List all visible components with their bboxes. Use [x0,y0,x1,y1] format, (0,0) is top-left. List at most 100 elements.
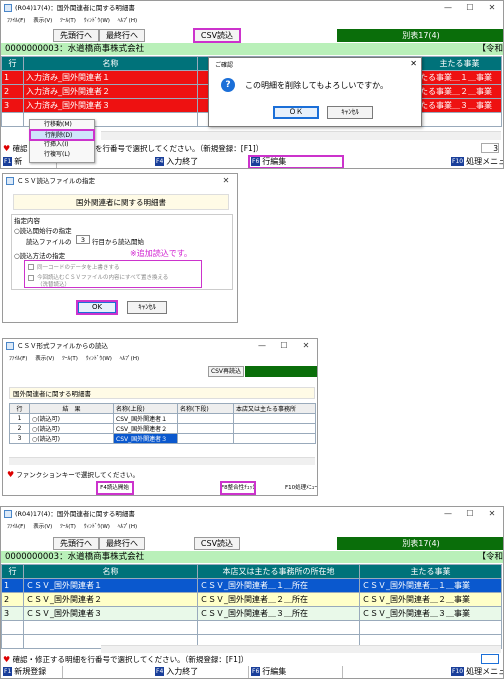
close-button[interactable]: ✕ [295,339,317,353]
row-business[interactable]: ＣＳＶ_国外関連者＿２＿事業 [359,592,502,607]
menu-tools[interactable]: ﾂｰﾙ(T) [62,354,78,364]
row-address[interactable]: ＣＳＶ_国外関連者＿１＿所在 [197,578,360,593]
row-number[interactable]: 3 [1,606,24,621]
row-address[interactable]: ＣＳＶ_国外関連者＿３＿所在 [197,606,360,621]
menu-window[interactable]: ｳｨﾝﾄﾞｳ(W) [84,16,110,26]
row-result[interactable]: ○(読込可) [29,433,114,444]
start-row-option[interactable]: ○読込開始行の指定 [14,225,72,235]
row-number[interactable]: 3 [9,433,30,444]
table-row[interactable]: 3 ＣＳＶ_国外関連者３ ＣＳＶ_国外関連者＿３＿所在 ＣＳＶ_国外関連者＿３＿… [1,606,502,621]
close-button[interactable]: ✕ [481,1,503,15]
menu-help[interactable]: ﾍﾙﾌﾟ(H) [120,354,139,364]
f8-consistency-check-key[interactable]: F8整合性ﾁｪｯｸ [220,481,256,495]
f1-new-entry-key[interactable]: F1 新規登録 [1,666,63,678]
row-business[interactable]: ＣＳＶ_国外関連者＿３＿事業 [359,606,502,621]
f4-end-input-key[interactable]: F4 入力終了 [153,156,249,168]
menu-file[interactable]: ﾌｧｲﾙ(F) [7,522,25,532]
table-row[interactable]: 1 ○(読込可) CSV_国外関連者１ [9,413,316,424]
row-business[interactable]: たる事業＿３＿事業 [417,98,502,113]
menu-view[interactable]: 表示(V) [35,354,54,364]
csv-reload-button[interactable]: CSV再読込 [208,366,244,377]
start-row-input[interactable]: 3 [76,235,90,244]
row-name[interactable]: 入力済み_国外関連者３ [23,98,198,113]
row-number[interactable]: 2 [9,423,30,434]
row-address[interactable]: ＣＳＶ_国外関連者＿２＿所在 [197,592,360,607]
row-name[interactable]: ＣＳＶ_国外関連者１ [23,578,198,593]
menu-tools[interactable]: ﾂｰﾙ(T) [60,522,76,532]
row-number[interactable]: 2 [1,592,24,607]
menu-file[interactable]: ﾌｧｲﾙ(F) [9,354,27,364]
row-business[interactable]: ＣＳＶ_国外関連者＿１＿事業 [359,578,502,593]
f4-start-import-key[interactable]: F4読込開始 [96,481,134,495]
csv-import-button[interactable]: CSV読込 [193,28,241,43]
status-text-right: を行番号で選択してください。（新規登録：[F1]） [95,144,264,153]
first-row-button[interactable]: 先頭行へ [53,537,99,550]
table-row[interactable]: 2 ○(読込可) CSV_国外関連者２ [9,423,316,434]
row-number[interactable]: 1 [1,70,24,85]
menu-file[interactable]: ﾌｧｲﾙ(F) [7,16,25,26]
menu-window[interactable]: ｳｨﾝﾄﾞｳ(W) [84,522,110,532]
status-number-field[interactable]: 3 [481,143,499,153]
menu-view[interactable]: 表示(V) [33,522,52,532]
read-method-option[interactable]: ○読込方法の指定 [14,250,65,260]
f10-menu-key[interactable]: F10処理ﾒﾆｭｰ [285,482,317,494]
menu-item-copy-row[interactable]: 行複写(L) [30,150,94,160]
row-name[interactable]: CSV_国外関連者２ [113,423,178,434]
replace-checkbox[interactable] [28,275,34,281]
menu-item-insert-row[interactable]: 行挿入(I) [30,140,94,150]
close-button[interactable]: ✕ [481,507,503,521]
minimize-button[interactable]: — [251,339,273,353]
row-number[interactable]: 1 [1,578,24,593]
last-row-button[interactable]: 最終行へ [99,537,145,550]
menu-help[interactable]: ﾍﾙﾌﾟ(H) [118,522,137,532]
row-select-input[interactable] [481,654,499,664]
row-name[interactable]: CSV_国外関連者３ [113,433,178,444]
row-business[interactable]: たる事業＿２＿事業 [417,84,502,99]
table-row[interactable]: 1 ＣＳＶ_国外関連者１ ＣＳＶ_国外関連者＿１＿所在 ＣＳＶ_国外関連者＿１＿… [1,578,502,593]
menu-tools[interactable]: ﾂｰﾙ(T) [60,16,76,26]
dialog-close-icon[interactable]: ✕ [410,59,417,68]
row-name[interactable]: ＣＳＶ_国外関連者２ [23,592,198,607]
row-name[interactable]: 入力済み_国外関連者１ [23,70,198,85]
row-business[interactable]: たる事業＿１＿事業 [417,70,502,85]
row-name[interactable]: ＣＳＶ_国外関連者３ [23,606,198,621]
horizontal-scrollbar[interactable] [101,645,501,653]
menu-help[interactable]: ﾍﾙﾌﾟ(H) [118,16,137,26]
maximize-button[interactable]: ☐ [459,1,481,15]
horizontal-scrollbar[interactable] [101,131,501,140]
cancel-button[interactable]: ｷｬﾝｾﾙ [127,301,167,314]
close-button[interactable]: ✕ [215,174,237,188]
overwrite-checkbox[interactable] [28,264,34,270]
row-number[interactable]: 1 [9,413,30,424]
maximize-button[interactable]: ☐ [459,507,481,521]
row-name[interactable]: 入力済み_国外関連者２ [23,84,198,99]
f10-menu-key[interactable]: F10処理メニュー [449,156,503,168]
f10-menu-key[interactable]: F10処理メニュー [449,666,503,678]
table-row[interactable]: 3 ○(読込可) CSV_国外関連者３ [9,433,316,444]
cancel-button[interactable]: ｷｬﾝｾﾙ [327,106,373,119]
first-row-button[interactable]: 先頭行へ [53,29,99,42]
f6-row-edit-key[interactable]: F6 行編集 [248,155,344,168]
ok-button[interactable]: OK [76,300,118,315]
f6-row-edit-key[interactable]: F6 行編集 [249,666,343,678]
f6-key-label: 行編集 [262,157,287,166]
ok-button[interactable]: ＯＫ [273,106,319,119]
dialog-title: ご確認 [215,62,234,69]
menu-view[interactable]: 表示(V) [33,16,52,26]
row-result[interactable]: ○(読込可) [29,413,114,424]
last-row-button[interactable]: 最終行へ [99,29,145,42]
table-row[interactable]: 2 ＣＳＶ_国外関連者２ ＣＳＶ_国外関連者＿２＿所在 ＣＳＶ_国外関連者＿２＿… [1,592,502,607]
menu-window[interactable]: ｳｨﾝﾄﾞｳ(W) [86,354,112,364]
row-name[interactable]: CSV_国外関連者１ [113,413,178,424]
row-number[interactable]: 2 [1,84,24,99]
horizontal-scrollbar[interactable] [9,457,315,465]
csv-import-button[interactable]: CSV読込 [194,537,240,550]
menu-item-delete-row[interactable]: 行削除(D) [29,129,95,141]
row-result[interactable]: ○(読込可) [29,423,114,434]
menu-item-move-row[interactable]: 行移動(M) [30,120,94,130]
maximize-button[interactable]: ☐ [273,339,295,353]
minimize-button[interactable]: — [437,507,459,521]
minimize-button[interactable]: — [437,1,459,15]
f4-end-input-key[interactable]: F4 入力終了 [153,666,249,678]
row-number[interactable]: 3 [1,98,24,113]
